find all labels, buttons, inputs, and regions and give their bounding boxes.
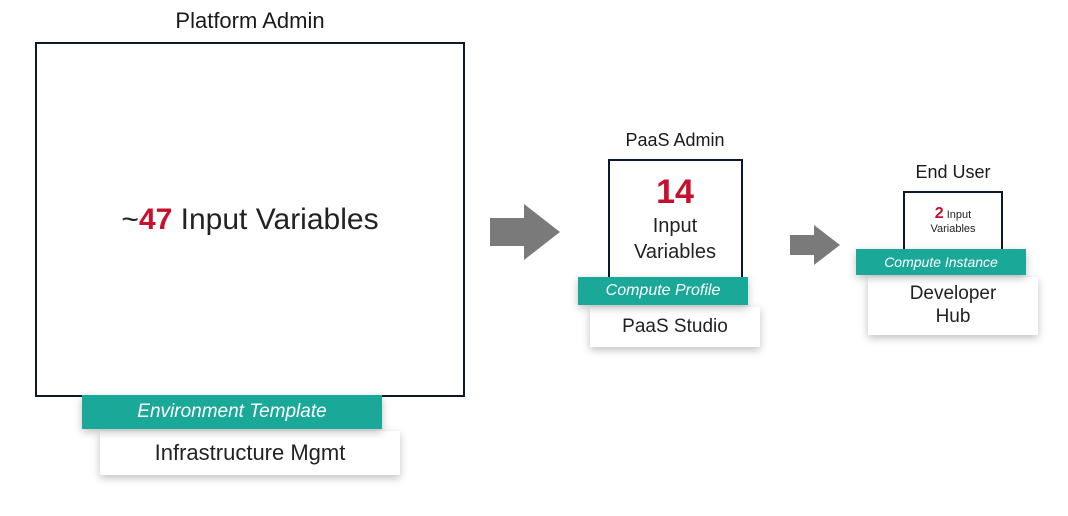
infrastructure-mgmt-card: Infrastructure Mgmt [100, 431, 400, 475]
environment-template-card: Environment Template [82, 395, 382, 429]
tilde-prefix: ~ [121, 203, 139, 236]
end-user-line2: Variables [930, 223, 975, 236]
developer-hub-card: Developer Hub [868, 277, 1038, 335]
platform-admin-column: Platform Admin ~47 Input Variables Envir… [35, 8, 465, 475]
end-user-cards: Compute Instance Developer Hub [868, 249, 1038, 335]
end-user-column: End User 2 Input Variables Compute Insta… [868, 162, 1038, 335]
arrow-icon [790, 222, 842, 268]
platform-admin-box: ~47 Input Variables [35, 42, 465, 397]
arrow-icon [490, 200, 562, 264]
paas-studio-card: PaaS Studio [590, 307, 760, 347]
platform-admin-count: 47 [139, 203, 172, 236]
paas-admin-line2: Variables [634, 240, 716, 264]
diagram-stage: Platform Admin ~47 Input Variables Envir… [0, 0, 1068, 516]
end-user-box: 2 Input Variables [903, 191, 1003, 251]
compute-instance-card: Compute Instance [856, 249, 1026, 275]
developer-hub-line1: Developer [910, 283, 997, 306]
end-user-title: End User [915, 162, 990, 183]
paas-admin-cards: Compute Profile PaaS Studio [590, 277, 760, 347]
platform-admin-suffix: Input Variables [172, 203, 378, 236]
developer-hub-line2: Hub [910, 306, 997, 329]
platform-admin-variables-text: ~47 Input Variables [121, 203, 378, 237]
paas-admin-column: PaaS Admin 14 Input Variables Compute Pr… [590, 130, 760, 347]
end-user-count: 2 [935, 205, 944, 222]
end-user-line1: Input [944, 209, 972, 221]
paas-admin-box: 14 Input Variables [608, 159, 743, 279]
platform-admin-title: Platform Admin [175, 8, 324, 34]
paas-admin-title: PaaS Admin [625, 130, 724, 151]
paas-admin-line1: Input [653, 214, 697, 238]
platform-admin-cards: Environment Template Infrastructure Mgmt [100, 395, 400, 475]
end-user-variables-text: 2 Input [935, 205, 971, 223]
paas-admin-count: 14 [656, 174, 694, 211]
compute-profile-card: Compute Profile [578, 277, 748, 305]
